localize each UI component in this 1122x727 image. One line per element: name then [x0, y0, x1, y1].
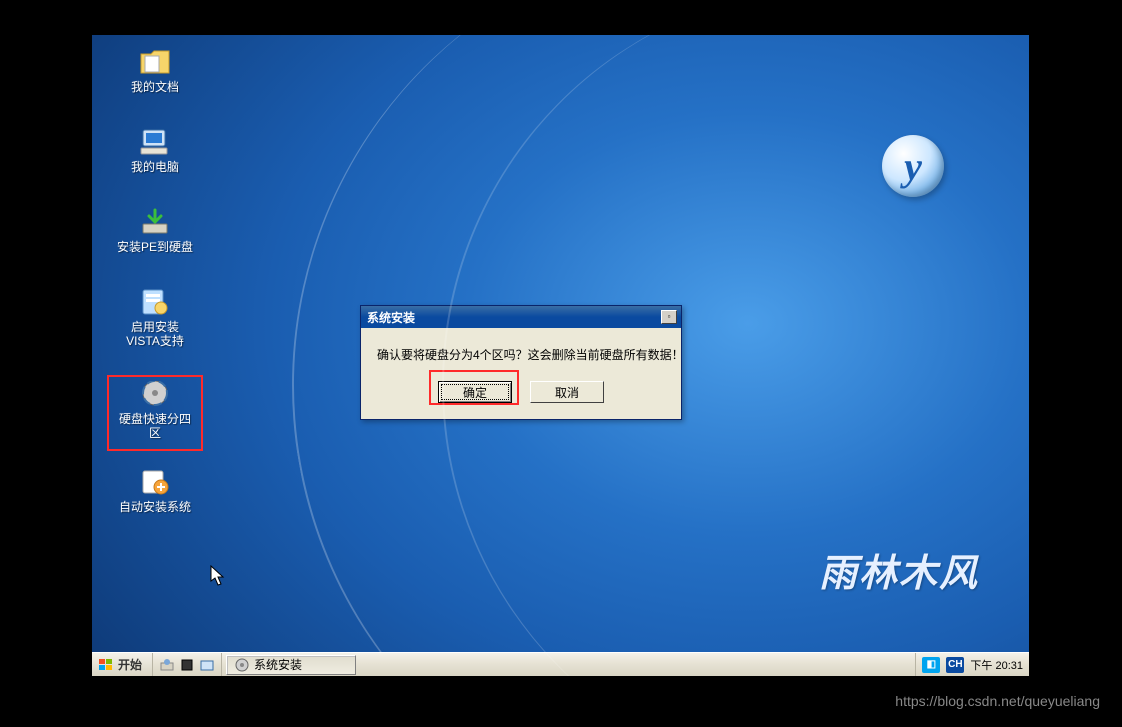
quick-launch	[153, 653, 222, 676]
desktop-icon-my-computer[interactable]: 我的电脑	[116, 127, 194, 174]
dialog-system-install: 系统安装 ▫ 确认要将硬盘分为4个区吗？这会删除当前硬盘所有数据！ 确定 取消	[360, 305, 682, 420]
ime-language-indicator[interactable]: CH	[946, 657, 964, 673]
desktop-screen: 我的文档 我的电脑 安装PE到硬盘	[92, 35, 1029, 676]
desktop-icon-label: 硬盘快速分四 区	[116, 412, 194, 440]
ime-indicator-icon[interactable]: ◧	[922, 657, 940, 673]
dialog-restore-button[interactable]: ▫	[661, 310, 677, 324]
folder-icon	[138, 47, 172, 77]
desktop-icon-label: 启用安装 VISTA支持	[116, 320, 194, 348]
system-tray: ◧ CH 下午 20:31	[915, 653, 1029, 676]
desktop-area[interactable]: 我的文档 我的电脑 安装PE到硬盘	[92, 35, 1029, 652]
disk-partition-icon	[138, 379, 172, 409]
desktop-icon-label: 我的电脑	[116, 160, 194, 174]
cancel-button[interactable]: 取消	[530, 381, 604, 403]
auto-install-icon	[138, 467, 172, 497]
taskbar-app-button[interactable]: 系统安装	[226, 655, 356, 675]
desktop-icon-enable-vista[interactable]: 启用安装 VISTA支持	[116, 287, 194, 348]
dialog-button-row: 确定 取消	[377, 381, 665, 403]
dialog-body: 确认要将硬盘分为4个区吗？这会删除当前硬盘所有数据！ 确定 取消	[361, 328, 681, 419]
desktop-icon-label: 自动安装系统	[116, 500, 194, 514]
start-button[interactable]: 开始	[92, 653, 153, 676]
taskbar-items: 系统安装	[222, 653, 915, 676]
desktop-icon-my-documents[interactable]: 我的文档	[116, 47, 194, 94]
start-label: 开始	[118, 656, 142, 673]
taskbar: 开始 系统安装 ◧ CH 下午 20:31	[92, 652, 1029, 676]
quick-launch-item[interactable]	[199, 657, 215, 673]
computer-icon	[138, 127, 172, 157]
windows-logo-icon	[98, 658, 114, 672]
brand-logo-letter: y	[904, 143, 922, 190]
desktop-icon-label: 我的文档	[116, 80, 194, 94]
quick-launch-item[interactable]	[179, 657, 195, 673]
install-icon	[138, 207, 172, 237]
dialog-message: 确认要将硬盘分为4个区吗？这会删除当前硬盘所有数据！	[377, 346, 665, 363]
quick-launch-item[interactable]	[159, 657, 175, 673]
watermark-text: https://blog.csdn.net/queyueliang	[895, 693, 1100, 709]
desktop-icon-install-pe[interactable]: 安装PE到硬盘	[116, 207, 194, 254]
clock-prefix: 下午	[970, 660, 992, 672]
tray-clock[interactable]: 下午 20:31	[970, 657, 1023, 673]
dialog-titlebar[interactable]: 系统安装 ▫	[361, 306, 681, 328]
clock-time: 20:31	[995, 660, 1023, 672]
app-icon	[235, 658, 249, 672]
settings-icon	[138, 287, 172, 317]
desktop-icon-quick-partition[interactable]: 硬盘快速分四 区	[116, 379, 194, 440]
ok-button[interactable]: 确定	[438, 381, 512, 403]
brand-logo-icon: y	[882, 135, 944, 197]
taskbar-app-label: 系统安装	[254, 656, 302, 673]
desktop-icon-auto-install[interactable]: 自动安装系统	[116, 467, 194, 514]
dialog-title-text: 系统安装	[367, 309, 415, 326]
desktop-icon-label: 安装PE到硬盘	[116, 240, 194, 254]
brand-text: 雨林木风	[819, 542, 979, 597]
